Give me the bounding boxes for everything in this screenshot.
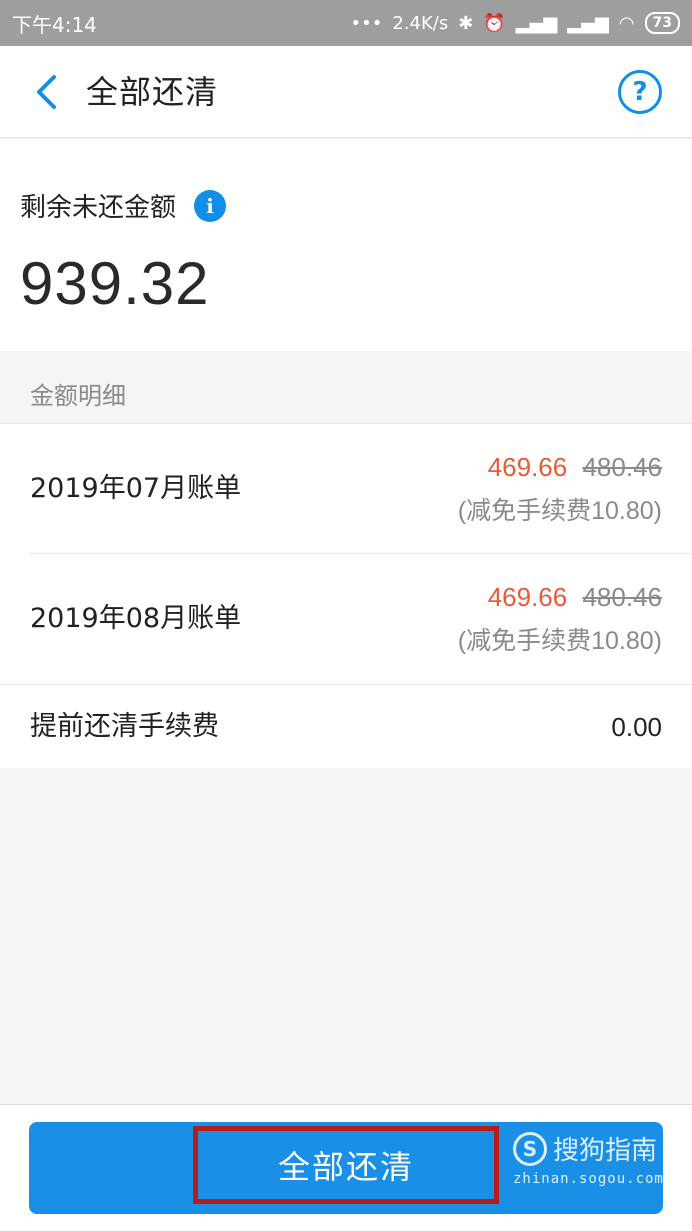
bill-name: 2019年07月账单 <box>30 473 242 504</box>
status-time: 下午4:14 <box>12 12 97 37</box>
battery-icon: 73 <box>644 12 680 34</box>
summary-label-row: 剩余未还金额 i <box>20 187 227 224</box>
watermark-url: zhinan.sogou.com <box>513 1171 664 1187</box>
pay-all-button[interactable]: 全部还清 S 搜狗指南 zhinan.sogou.com <box>29 1122 663 1214</box>
sogou-logo-icon: S <box>513 1131 547 1166</box>
page-title: 全部还清 <box>86 73 219 111</box>
bill-amounts: 469.66 480.46 (减免手续费10.80) <box>458 452 662 527</box>
help-button[interactable]: ? <box>618 70 662 114</box>
wifi-icon: ◠ <box>618 12 635 34</box>
back-button[interactable] <box>26 72 66 112</box>
chevron-left-icon <box>37 75 56 109</box>
signal-icon: ▂▄▆ <box>515 12 558 34</box>
fee-value: 0.00 <box>611 712 662 742</box>
remaining-amount: 939.32 <box>20 250 210 317</box>
watermark: S 搜狗指南 zhinan.sogou.com <box>513 1130 663 1210</box>
bluetooth-icon: ✱ <box>458 12 474 34</box>
bill-amount-original: 480.46 <box>582 452 662 482</box>
watermark-row: S 搜狗指南 <box>513 1130 663 1167</box>
fee-label: 提前还清手续费 <box>30 711 219 742</box>
pay-all-label: 全部还清 <box>277 1148 414 1186</box>
info-icon[interactable]: i <box>194 189 227 222</box>
more-dots-icon: ••• <box>350 12 383 34</box>
bill-amount-discounted: 469.66 <box>487 582 568 612</box>
network-speed: 2.4K/s <box>392 12 449 34</box>
bottom-bar: 全部还清 S 搜狗指南 zhinan.sogou.com <box>0 1104 692 1231</box>
status-bar: 下午4:14 ••• 2.4K/s ✱ ⏰ ▂▄▆ ▂▄▆ ◠ 73 <box>0 0 692 46</box>
bill-row: 2019年08月账单 469.66 480.46 (减免手续费10.80) <box>0 554 692 683</box>
bill-waiver: (减免手续费10.80) <box>457 497 662 525</box>
bill-amount-discounted: 469.66 <box>487 452 568 482</box>
question-icon: ? <box>632 77 648 107</box>
alarm-icon: ⏰ <box>483 12 506 34</box>
watermark-text: 搜狗指南 <box>553 1136 658 1166</box>
summary-label: 剩余未还金额 <box>20 193 177 223</box>
section-label: 金额明细 <box>30 382 126 410</box>
details-list: 2019年07月账单 469.66 480.46 (减免手续费10.80) 20… <box>0 423 692 768</box>
status-icons: ••• 2.4K/s ✱ ⏰ ▂▄▆ ▂▄▆ ◠ 73 <box>350 12 680 34</box>
prepayment-fee-row: 提前还清手续费 0.00 <box>0 684 692 768</box>
summary-panel: 剩余未还金额 i 939.32 <box>0 139 692 351</box>
bill-row: 2019年07月账单 469.66 480.46 (减免手续费10.80) <box>0 424 692 553</box>
signal-icon-2: ▂▄▆ <box>567 12 609 34</box>
header: 全部还清 ? <box>0 46 692 138</box>
bill-amounts: 469.66 480.46 (减免手续费10.80) <box>458 582 662 657</box>
bill-name: 2019年08月账单 <box>30 603 242 634</box>
bill-waiver: (减免手续费10.80) <box>457 627 662 655</box>
bill-amount-original: 480.46 <box>582 582 662 612</box>
